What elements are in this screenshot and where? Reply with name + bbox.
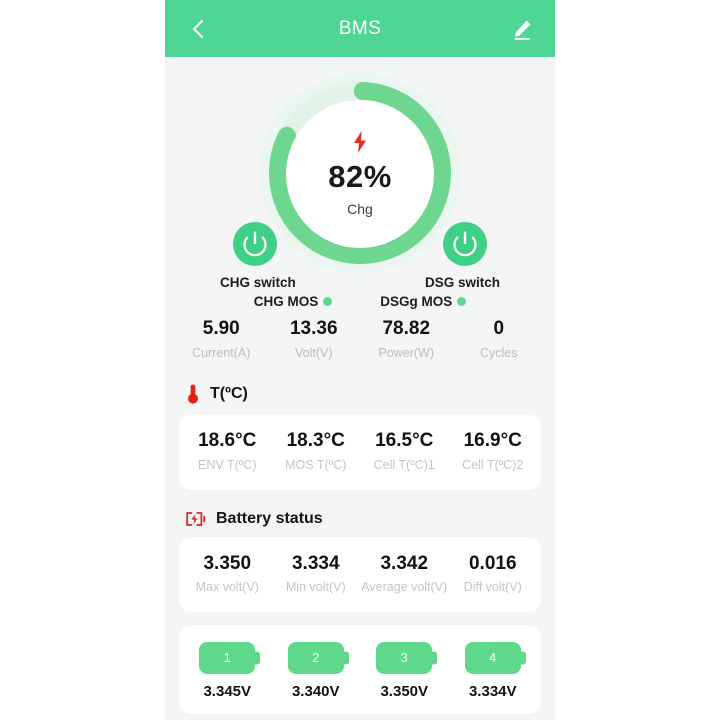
battery-label: Average volt(V) xyxy=(361,580,448,595)
dsg-mos-label: DSGg MOS xyxy=(380,294,453,309)
page-title: BMS xyxy=(338,17,382,39)
battery-value: 3.334 xyxy=(291,552,340,574)
temperature-section-title: T(ºC) xyxy=(210,385,248,403)
cell-item[interactable]: 3 3.350V xyxy=(360,641,449,700)
temp-label: ENV T(ºC) xyxy=(197,458,257,472)
gauge-center: 82% Chg xyxy=(286,99,434,248)
stat-label: Cycles xyxy=(479,345,518,360)
cell-voltage: 3.345V xyxy=(203,682,252,700)
lightning-bolt-icon xyxy=(354,131,366,153)
bms-app-screen: BMS 82% Chg CHG switch DSG switch CHG MO… xyxy=(165,0,555,720)
back-button[interactable] xyxy=(185,16,211,42)
dsg-mos-status: DSGg MOS xyxy=(380,294,467,309)
battery-value: 3.342 xyxy=(380,552,429,574)
pencil-icon xyxy=(514,20,531,40)
temp-label: Cell T(ºC)1 xyxy=(373,458,435,472)
temperature-section-header: T(ºC) xyxy=(165,377,555,415)
cell-battery-icon: 4 xyxy=(464,641,521,674)
battery-value: 0.016 xyxy=(468,552,517,574)
temp-env: 18.6°C ENV T(ºC) xyxy=(183,429,272,473)
cell-battery-icon: 1 xyxy=(199,641,256,674)
diff-volt: 0.016 Diff volt(V) xyxy=(449,552,538,596)
chg-mos-status: CHG MOS xyxy=(254,294,333,309)
stat-value: 5.90 xyxy=(202,318,240,339)
temp-value: 16.5°C xyxy=(375,430,434,452)
dsg-switch-label: DSG switch xyxy=(424,275,500,290)
charge-state: Chg xyxy=(347,201,373,217)
stat-cycles: 0 Cycles xyxy=(453,317,546,361)
dsg-switch-button[interactable] xyxy=(443,222,487,266)
cell-voltage: 3.350V xyxy=(380,682,429,700)
chg-switch-label: CHG switch xyxy=(220,275,296,290)
chg-mos-label: CHG MOS xyxy=(253,294,319,309)
battery-status-section-header: Battery status xyxy=(165,504,555,538)
min-volt: 3.334 Min volt(V) xyxy=(272,552,361,596)
battery-label: Min volt(V) xyxy=(285,580,346,595)
battery-value: 3.350 xyxy=(203,552,252,574)
battery-status-card: 3.350 Max volt(V) 3.334 Min volt(V) 3.34… xyxy=(179,537,541,612)
average-volt: 3.342 Average volt(V) xyxy=(360,552,449,596)
temp-cell-1: 16.5°C Cell T(ºC)1 xyxy=(360,429,449,473)
mos-status-row: CHG MOS DSGg MOS xyxy=(165,290,555,315)
battery-status-section-title: Battery status xyxy=(216,509,323,527)
thermometer-icon xyxy=(188,384,198,404)
chevron-left-icon xyxy=(192,19,204,38)
dsg-mos-status-dot xyxy=(457,297,467,306)
temp-value: 16.9°C xyxy=(463,430,522,452)
stat-label: Current(A) xyxy=(192,345,251,360)
stat-value: 0 xyxy=(493,318,505,339)
temp-label: Cell T(ºC)2 xyxy=(462,458,524,472)
temp-label: MOS T(ºC) xyxy=(285,458,347,472)
chg-mos-status-dot xyxy=(323,297,333,306)
stat-label: Power(W) xyxy=(378,345,435,360)
cell-battery-icon: 3 xyxy=(376,641,433,674)
cell-voltage: 3.334V xyxy=(468,682,517,700)
cell-battery-icon: 2 xyxy=(287,641,344,674)
edit-button[interactable] xyxy=(509,16,535,42)
temp-mos: 18.3°C MOS T(ºC) xyxy=(272,429,361,473)
cell-item[interactable]: 2 3.340V xyxy=(272,641,361,700)
stat-volt: 13.36 Volt(V) xyxy=(268,317,361,361)
stat-value: 13.36 xyxy=(289,318,338,339)
stat-label: Volt(V) xyxy=(294,345,333,360)
battery-gauge-section: 82% Chg CHG switch DSG switch xyxy=(165,57,555,290)
main-stats-row: 5.90 Current(A) 13.36 Volt(V) 78.82 Powe… xyxy=(165,315,555,378)
max-volt: 3.350 Max volt(V) xyxy=(183,552,272,596)
cell-voltage: 3.340V xyxy=(291,682,340,700)
cell-item[interactable]: 4 3.334V xyxy=(449,641,538,700)
stat-current: 5.90 Current(A) xyxy=(175,317,268,361)
charge-percent: 82% xyxy=(328,159,392,194)
chg-switch-button[interactable] xyxy=(233,222,277,266)
cell-voltages-card: 1 3.345V 2 3.340V 3 3.350V 4 3.334V xyxy=(179,625,541,714)
cell-item[interactable]: 1 3.345V xyxy=(183,641,272,700)
temp-cell-2: 16.9°C Cell T(ºC)2 xyxy=(449,429,538,473)
stat-value: 78.82 xyxy=(382,318,431,339)
app-header: BMS xyxy=(165,0,555,57)
battery-label: Max volt(V) xyxy=(195,580,259,595)
temperature-card: 18.6°C ENV T(ºC) 18.3°C MOS T(ºC) 16.5°C… xyxy=(179,415,541,490)
battery-label: Diff volt(V) xyxy=(463,580,522,595)
battery-bolt-icon xyxy=(186,511,206,526)
stat-power: 78.82 Power(W) xyxy=(360,317,453,361)
temp-value: 18.3°C xyxy=(286,430,345,452)
temp-value: 18.6°C xyxy=(198,430,257,452)
